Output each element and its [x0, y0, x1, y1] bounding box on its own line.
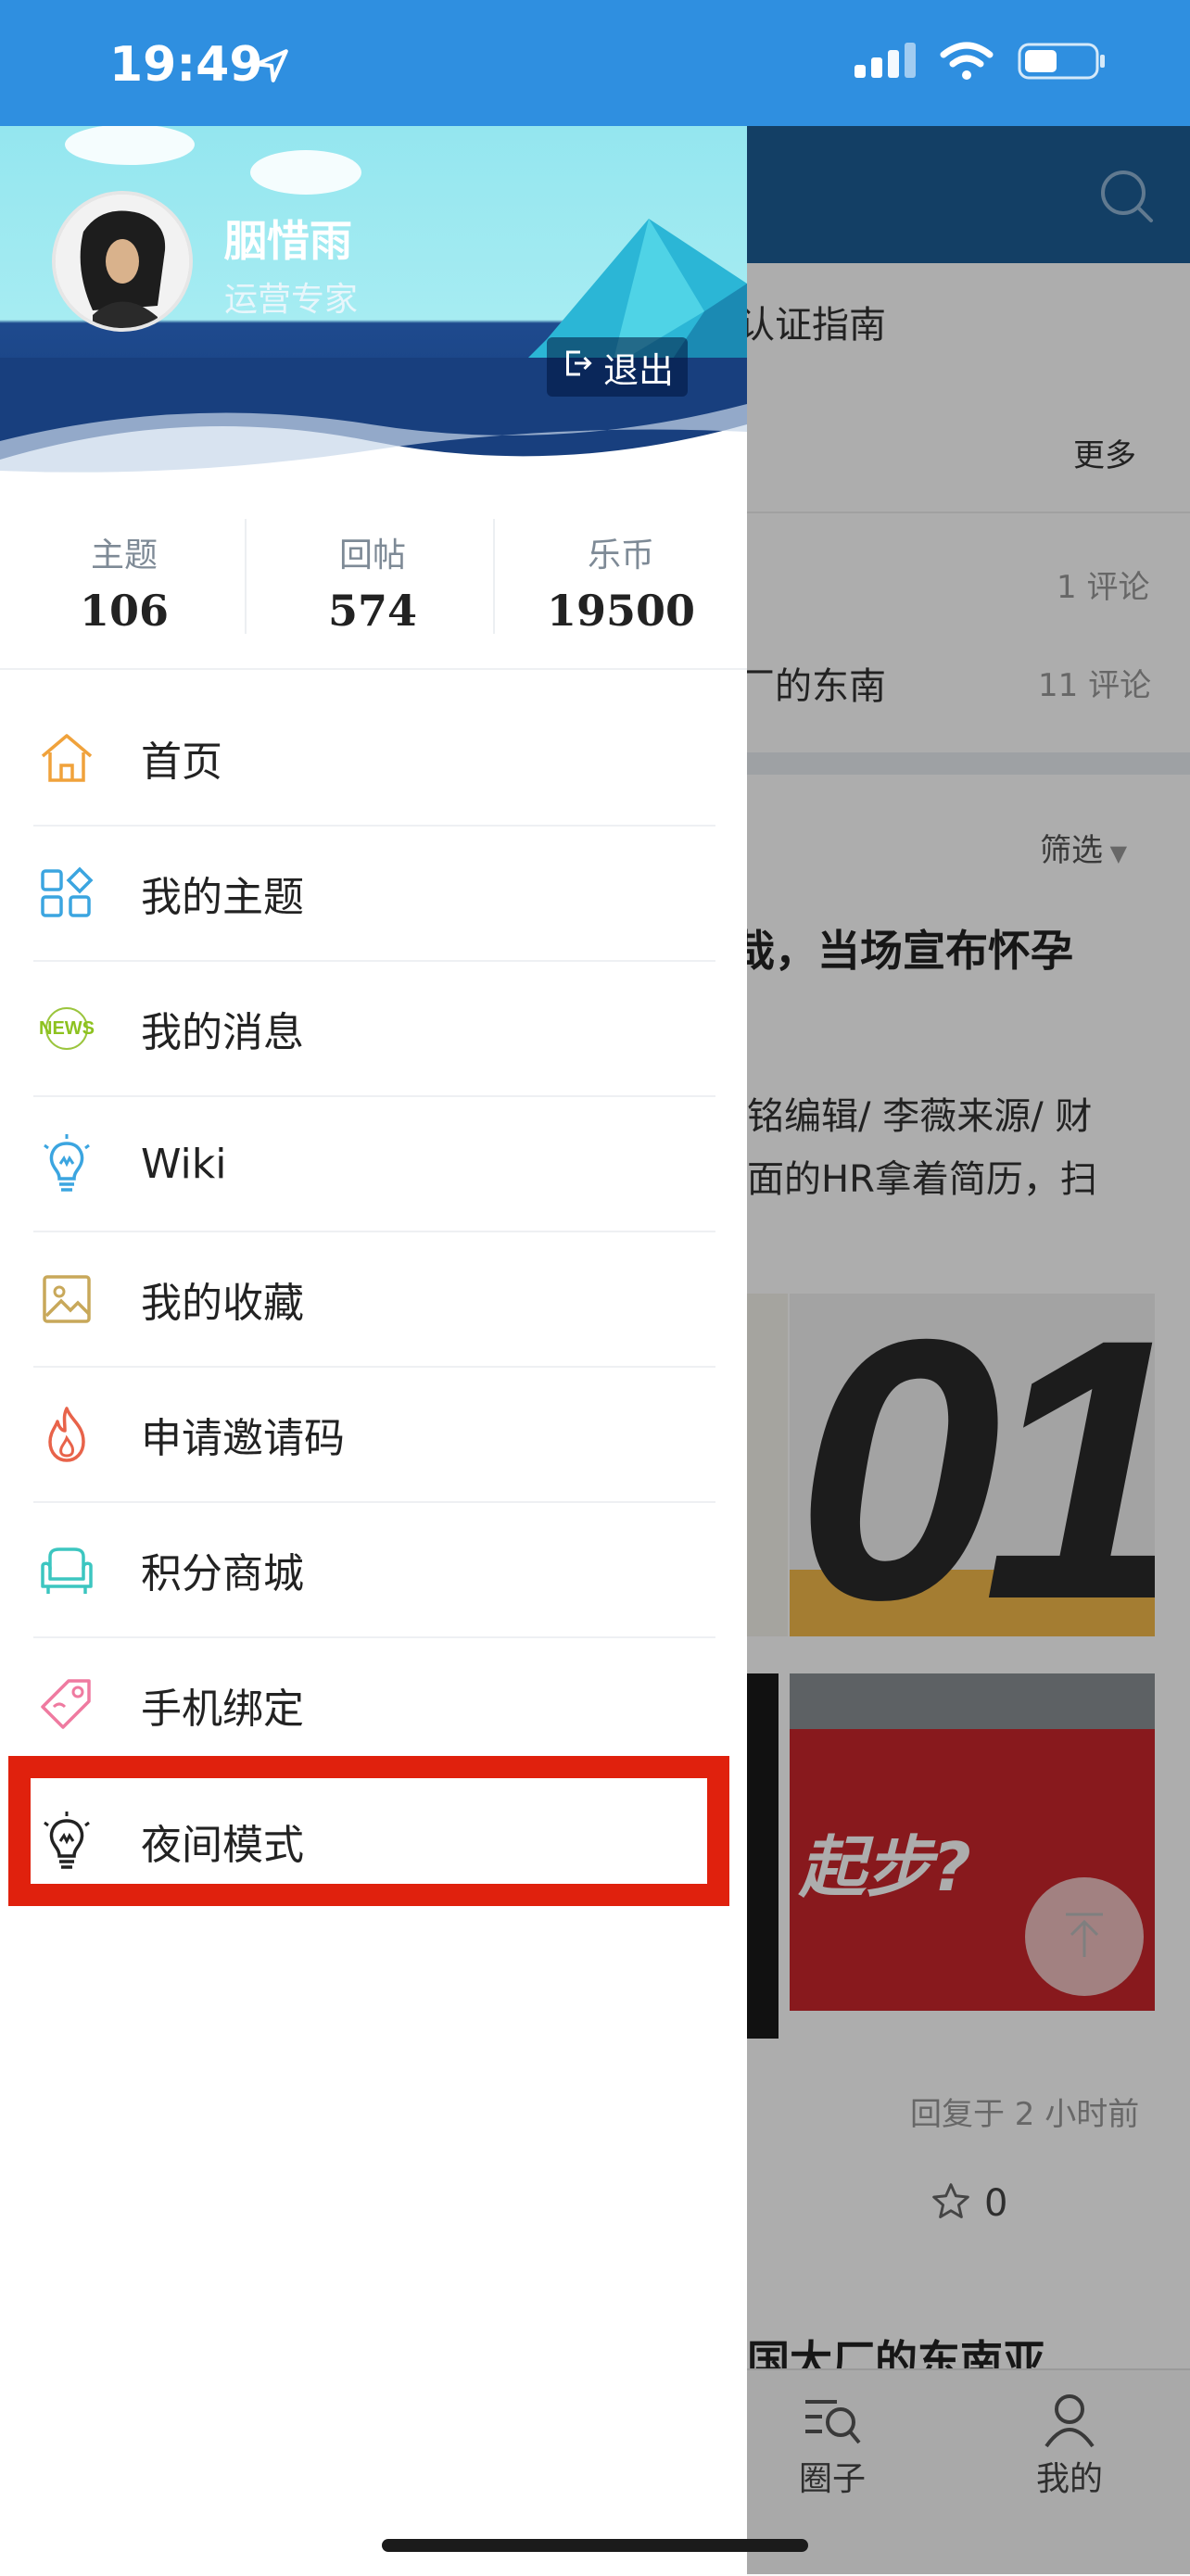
stat-coins[interactable]: 乐币 19500: [497, 478, 745, 669]
home-indicator[interactable]: [382, 2539, 808, 2552]
menu-label: 我的消息: [141, 1009, 304, 1056]
sofa-icon: [33, 1536, 100, 1603]
news-icon: NEWS: [33, 995, 100, 1062]
tag-icon: [33, 1672, 100, 1738]
location-arrow-icon: [252, 46, 291, 89]
status-time: 19:49: [109, 37, 263, 93]
menu-label: 手机绑定: [141, 1686, 304, 1733]
drawer-overlay[interactable]: [747, 126, 1190, 2574]
stat-replies-value: 574: [327, 586, 418, 636]
user-stats: 主题 106 回帖 574 乐币 19500: [0, 478, 747, 669]
menu-label: 我的收藏: [141, 1280, 304, 1327]
avatar[interactable]: [52, 191, 193, 332]
stats-divider: [0, 668, 747, 670]
menu-label: Wiki: [141, 1140, 227, 1188]
user-name: 胭惜雨: [224, 216, 352, 266]
status-icons: [855, 41, 1107, 85]
wifi-icon: [940, 42, 994, 84]
menu-label: 我的主题: [141, 874, 304, 921]
stat-divider: [493, 519, 495, 634]
signal-icon: [855, 43, 916, 83]
stat-replies-label: 回帖: [338, 537, 406, 575]
fire-icon: [33, 1401, 100, 1468]
logout-label: 退出: [602, 349, 674, 391]
home-icon: [33, 725, 100, 791]
stat-topics-value: 106: [79, 586, 170, 636]
stat-divider: [245, 519, 247, 634]
grid-icon: [33, 860, 100, 927]
stat-replies[interactable]: 回帖 574: [248, 478, 497, 669]
menu-item-favorites[interactable]: 我的收藏: [33, 1232, 715, 1368]
stat-coins-label: 乐币: [587, 537, 654, 575]
news-icon-text: NEWS: [39, 1018, 95, 1039]
picture-icon: [33, 1266, 100, 1332]
menu-label: 申请邀请码: [141, 1415, 345, 1462]
menu-item-wiki[interactable]: Wiki: [33, 1097, 715, 1232]
menu-item-home[interactable]: 首页: [33, 691, 715, 827]
bulb-icon: [33, 1130, 100, 1197]
battery-icon: [1018, 41, 1107, 85]
menu-item-invite-code[interactable]: 申请邀请码: [33, 1368, 715, 1503]
stat-topics-label: 主题: [90, 537, 158, 575]
logout-icon: [561, 347, 594, 388]
stat-topics[interactable]: 主题 106: [0, 478, 248, 669]
user-role: 运营专家: [224, 281, 359, 319]
menu-item-my-messages[interactable]: NEWS 我的消息: [33, 962, 715, 1097]
menu-label: 积分商城: [141, 1550, 304, 1597]
menu-label: 首页: [141, 739, 222, 786]
menu-item-bind-phone[interactable]: 手机绑定: [33, 1638, 715, 1774]
menu-item-my-topics[interactable]: 我的主题: [33, 827, 715, 962]
stat-coins-value: 19500: [546, 586, 696, 636]
logout-button[interactable]: 退出: [547, 337, 688, 397]
highlight-box: [8, 1756, 729, 1906]
menu-item-points-mall[interactable]: 积分商城: [33, 1503, 715, 1638]
